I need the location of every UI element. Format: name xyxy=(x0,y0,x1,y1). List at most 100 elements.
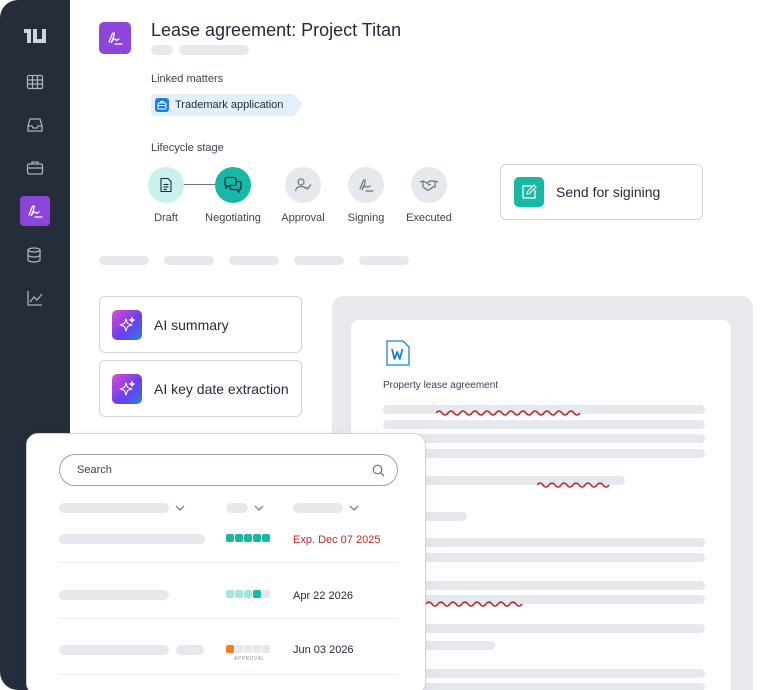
stage-circle xyxy=(285,167,321,203)
chevron-down-icon[interactable] xyxy=(175,505,185,511)
progress-segment xyxy=(253,645,261,653)
sidebar-item-inbox[interactable] xyxy=(20,110,50,140)
sidebar-item-contracts[interactable] xyxy=(20,196,50,226)
search-box[interactable] xyxy=(59,454,398,486)
stage-negotiating[interactable]: Negotiating xyxy=(198,167,268,224)
progress-segment xyxy=(244,534,252,542)
chat-bubbles-icon xyxy=(224,176,242,194)
column-header-placeholder[interactable] xyxy=(59,503,169,513)
progress-segment xyxy=(235,590,243,598)
stage-circle xyxy=(148,167,184,203)
sidebar-item-database[interactable] xyxy=(20,240,50,270)
key-dates-table-card: Exp. Dec 07 2025 Apr 22 2026 APPROVAL Ju… xyxy=(26,433,426,690)
text-line xyxy=(383,581,705,590)
stage-circle xyxy=(411,167,447,203)
chevron-down-icon[interactable] xyxy=(254,505,264,511)
column-header-placeholder[interactable] xyxy=(226,503,248,513)
ai-key-date-extraction-label: AI key date extraction xyxy=(154,380,289,397)
sparkles-icon xyxy=(112,309,142,340)
page-title: Lease agreement: Project Titan xyxy=(151,20,402,40)
signature-icon xyxy=(108,32,123,45)
progress-segment xyxy=(235,645,243,653)
text-line xyxy=(383,434,705,443)
document-icon xyxy=(160,177,172,193)
progress-indicator xyxy=(226,645,270,653)
stage-signing[interactable]: Signing xyxy=(331,167,401,224)
sidebar-item-analytics[interactable] xyxy=(20,283,50,313)
row-date: Apr 22 2026 xyxy=(293,590,353,602)
progress-segment xyxy=(226,590,234,598)
text-line xyxy=(383,683,705,690)
progress-indicator xyxy=(226,534,270,542)
linked-matter-chip[interactable]: Trademark application xyxy=(151,94,303,116)
progress-segment xyxy=(226,534,234,542)
tab-placeholder[interactable] xyxy=(164,256,214,265)
table-row-placeholder[interactable] xyxy=(59,645,169,655)
word-doc-icon xyxy=(386,340,410,366)
progress-segment xyxy=(262,645,270,653)
line-chart-icon xyxy=(27,291,43,306)
row-divider xyxy=(59,618,399,619)
progress-indicator xyxy=(226,590,270,598)
send-button-label: Send for sigining xyxy=(556,184,661,200)
briefcase-icon xyxy=(155,98,169,112)
progress-segment xyxy=(235,534,243,542)
highlight-squiggle xyxy=(426,601,523,607)
chevron-down-icon[interactable] xyxy=(349,505,359,511)
column-header-placeholder[interactable] xyxy=(293,503,343,513)
progress-segment xyxy=(244,590,252,598)
text-line xyxy=(383,669,705,678)
tab-placeholder[interactable] xyxy=(99,256,149,265)
progress-segment xyxy=(262,534,270,542)
tab-placeholder[interactable] xyxy=(229,256,279,265)
progress-segment xyxy=(244,645,252,653)
sidebar-item-grid[interactable] xyxy=(20,67,50,97)
stage-label: Executed xyxy=(406,212,452,224)
stage-executed[interactable]: Executed xyxy=(394,167,464,224)
progress-segment xyxy=(262,590,270,598)
tab-placeholder[interactable] xyxy=(294,256,344,265)
signature-icon xyxy=(359,179,374,192)
ai-summary-label: AI summary xyxy=(154,316,229,333)
text-line xyxy=(383,449,705,458)
highlight-squiggle xyxy=(436,410,580,416)
placeholder-bar xyxy=(151,45,173,55)
text-line xyxy=(383,538,705,547)
linked-matters-label: Linked matters xyxy=(151,73,224,85)
table-row-placeholder[interactable] xyxy=(176,645,204,655)
ai-summary-button[interactable]: AI summary xyxy=(99,296,302,353)
user-check-icon xyxy=(294,178,312,192)
document-file-title: Property lease agreement xyxy=(383,380,499,391)
placeholder-bar xyxy=(179,45,249,55)
tab-placeholder[interactable] xyxy=(359,256,409,265)
table-row-placeholder[interactable] xyxy=(59,534,205,544)
table-row-placeholder[interactable] xyxy=(59,590,169,600)
row-date: Exp. Dec 07 2025 xyxy=(293,534,381,546)
stage-label: Negotiating xyxy=(205,212,261,224)
lifecycle-stage-label: Lifecycle stage xyxy=(151,142,224,154)
stage-circle xyxy=(215,167,251,203)
text-line xyxy=(383,553,705,562)
database-icon xyxy=(27,247,41,263)
stage-label: Approval xyxy=(281,212,325,224)
send-for-signing-button[interactable]: Send for sigining xyxy=(500,164,703,220)
handshake-icon xyxy=(419,180,439,191)
stage-draft[interactable]: Draft xyxy=(131,167,201,224)
app-logo-icon[interactable] xyxy=(22,26,48,46)
search-icon[interactable] xyxy=(372,464,385,477)
search-input[interactable] xyxy=(77,464,372,476)
stage-label: Signing xyxy=(347,212,385,224)
progress-segment xyxy=(253,590,261,598)
row-divider xyxy=(59,562,399,563)
sidebar-item-matters[interactable] xyxy=(20,153,50,183)
progress-segment xyxy=(226,645,234,653)
row-date: Jun 03 2026 xyxy=(293,644,354,656)
ai-key-date-extraction-button[interactable]: AI key date extraction xyxy=(99,360,302,417)
contract-type-icon xyxy=(99,22,131,54)
table-grid-icon xyxy=(26,74,44,90)
linked-matter-name: Trademark application xyxy=(175,99,284,111)
signature-icon xyxy=(28,205,43,218)
highlight-squiggle xyxy=(537,482,610,488)
stage-approval[interactable]: Approval xyxy=(268,167,338,224)
progress-segment xyxy=(253,534,261,542)
